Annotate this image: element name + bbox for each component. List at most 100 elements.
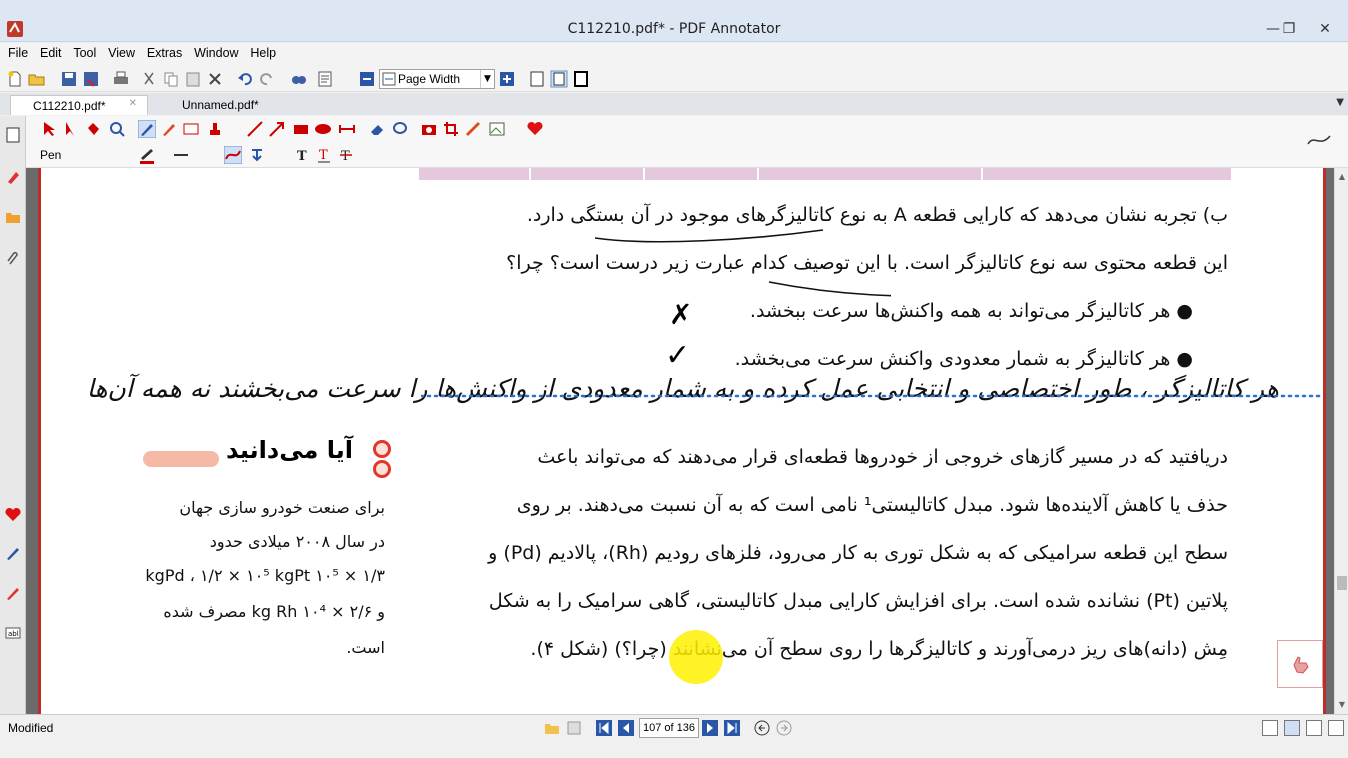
forward-icon[interactable]: [776, 720, 792, 736]
save-as-icon[interactable]: [82, 70, 100, 88]
arrow-tool-icon[interactable]: [268, 120, 286, 138]
menu-help[interactable]: Help: [246, 43, 280, 60]
delete-icon[interactable]: [206, 70, 224, 88]
menu-tool[interactable]: Tool: [69, 43, 100, 60]
copy-icon[interactable]: [162, 70, 180, 88]
highlighter-tool-icon[interactable]: [160, 120, 178, 138]
textbox-tool-icon[interactable]: [182, 120, 200, 138]
menu-window[interactable]: Window: [190, 43, 242, 60]
zoom-in-icon[interactable]: [498, 70, 516, 88]
redo-icon[interactable]: [258, 70, 276, 88]
status-text: Modified: [8, 721, 54, 735]
close-icon[interactable]: ✕: [129, 98, 137, 109]
eraser-tool-icon[interactable]: [368, 120, 386, 138]
scroll-up-icon[interactable]: ▲: [1337, 172, 1347, 181]
bullet-circle-icon: [373, 440, 391, 458]
chevron-down-icon[interactable]: ▼: [480, 70, 494, 88]
scroll-down-icon[interactable]: ▼: [1337, 700, 1347, 709]
new-document-icon[interactable]: [6, 70, 24, 88]
camera-tool-icon[interactable]: [420, 120, 438, 138]
undo-icon[interactable]: [236, 70, 254, 88]
paragraph-line-1: دریافتید که در مسیر گازهای خروجی از خودر…: [537, 446, 1228, 468]
paragraph-line-2: حذف یا کاهش آلاینده‌ها شود. مبدل کاتالیس…: [516, 494, 1228, 516]
menu-extras[interactable]: Extras: [143, 43, 186, 60]
back-icon[interactable]: [754, 720, 770, 736]
favorites-heart-icon[interactable]: [526, 120, 544, 138]
scrollbar-thumb[interactable]: [1337, 576, 1347, 590]
page-icon[interactable]: [4, 126, 22, 144]
folder-icon[interactable]: [4, 208, 22, 226]
text-strike-icon[interactable]: T: [338, 146, 356, 164]
left-toolbar: abl: [0, 116, 26, 716]
menu-file[interactable]: File: [4, 43, 32, 60]
pen-color-icon[interactable]: [138, 146, 156, 164]
zoom-tool-icon[interactable]: [108, 120, 126, 138]
smooth-stroke-icon[interactable]: [224, 146, 242, 164]
marker-icon[interactable]: [4, 168, 22, 186]
svg-text:T: T: [341, 149, 350, 164]
zoom-select[interactable]: Page Width ▼: [379, 69, 495, 89]
find-icon[interactable]: [290, 70, 308, 88]
open-folder-icon[interactable]: [544, 720, 560, 736]
window-title: C112210.pdf* - PDF Annotator: [567, 21, 781, 37]
page-number-field[interactable]: 107 of 136: [639, 718, 699, 738]
next-page-icon[interactable]: [702, 720, 718, 736]
print-icon[interactable]: [112, 70, 130, 88]
single-page-icon[interactable]: [528, 70, 546, 88]
menu-edit[interactable]: Edit: [36, 43, 66, 60]
pressure-icon[interactable]: [248, 146, 266, 164]
view-single-icon[interactable]: [1262, 720, 1278, 736]
tabs-menu-icon[interactable]: ▼: [1336, 97, 1344, 108]
sidebox-decoration-bar: [143, 451, 219, 467]
open-folder-icon[interactable]: [28, 70, 46, 88]
menu-view[interactable]: View: [104, 43, 139, 60]
touch-mode-button[interactable]: [1277, 640, 1323, 688]
document-area[interactable]: ب) تجربه نشان می‌دهد که کارایی قطعه A به…: [26, 168, 1334, 714]
highlighter-icon[interactable]: [4, 584, 22, 602]
select-text-icon[interactable]: [62, 120, 80, 138]
handwritten-check-mark: ✓: [665, 338, 691, 373]
view-facing-icon[interactable]: [1306, 720, 1322, 736]
stamp-tool-icon[interactable]: [206, 120, 224, 138]
text-bold-icon[interactable]: T: [294, 146, 312, 164]
measure-tool-icon[interactable]: [338, 120, 356, 138]
line-width-icon[interactable]: [172, 146, 190, 164]
rectangle-tool-icon[interactable]: [292, 120, 310, 138]
main-toolbar: Page Width ▼: [0, 66, 1348, 92]
tab-c112210[interactable]: C112210.pdf* ✕: [10, 95, 148, 115]
ruler-tool-icon[interactable]: [464, 120, 482, 138]
cut-icon[interactable]: [140, 70, 158, 88]
previous-page-icon[interactable]: [618, 720, 634, 736]
vertical-scrollbar[interactable]: ▲ ▼: [1334, 168, 1348, 714]
maximize-button[interactable]: ❐: [1274, 18, 1304, 40]
hand-tool-icon[interactable]: [84, 120, 102, 138]
page-setup-icon[interactable]: [316, 70, 334, 88]
insert-image-icon[interactable]: [488, 120, 506, 138]
tab-unnamed[interactable]: Unnamed.pdf*: [158, 95, 296, 115]
paperclip-icon[interactable]: [4, 250, 22, 268]
document-list-icon[interactable]: [566, 720, 582, 736]
text-underline-icon[interactable]: T: [316, 146, 334, 164]
crop-tool-icon[interactable]: [442, 120, 460, 138]
pdf-page[interactable]: ب) تجربه نشان می‌دهد که کارایی قطعه A به…: [38, 168, 1326, 714]
ellipse-tool-icon[interactable]: [314, 120, 332, 138]
last-page-icon[interactable]: [724, 720, 740, 736]
select-arrow-icon[interactable]: [40, 120, 58, 138]
pen-tool-icon[interactable]: [138, 120, 156, 138]
save-icon[interactable]: [60, 70, 78, 88]
continuous-page-icon[interactable]: [550, 70, 568, 88]
pen-icon[interactable]: [4, 544, 22, 562]
view-continuous-icon[interactable]: [1284, 720, 1300, 736]
text-icon[interactable]: abl: [4, 624, 22, 642]
bullet-1: ● هر کاتالیزگر می‌تواند به همه واکنش‌ها …: [749, 300, 1193, 322]
heart-icon[interactable]: [4, 506, 22, 524]
fullscreen-icon[interactable]: [572, 70, 590, 88]
first-page-icon[interactable]: [596, 720, 612, 736]
lasso-tool-icon[interactable]: [390, 120, 408, 138]
zoom-out-icon[interactable]: [358, 70, 376, 88]
paste-icon[interactable]: [184, 70, 202, 88]
close-button[interactable]: ✕: [1310, 18, 1340, 40]
line-tool-icon[interactable]: [246, 120, 264, 138]
view-continuous-facing-icon[interactable]: [1328, 720, 1344, 736]
dotted-underline: [421, 394, 1321, 398]
